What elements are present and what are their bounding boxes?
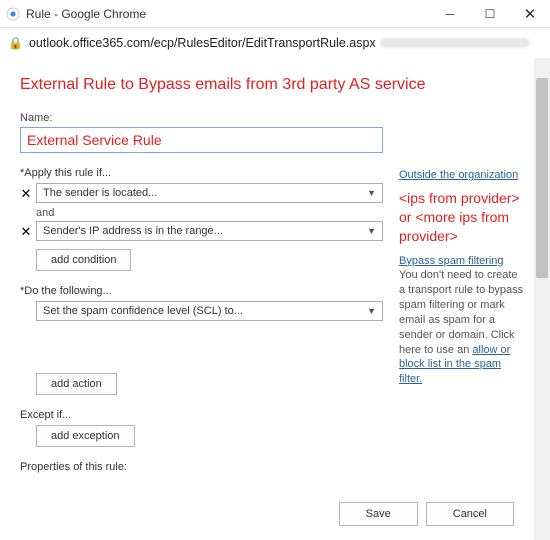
apply-if-label: *Apply this rule if... bbox=[20, 167, 383, 179]
condition-row-1: ✕ The sender is located... ▼ bbox=[20, 183, 383, 203]
chevron-down-icon: ▼ bbox=[367, 306, 376, 316]
add-condition-button[interactable]: add condition bbox=[36, 249, 131, 271]
window-title: Rule - Google Chrome bbox=[26, 7, 430, 21]
url-query-blurred bbox=[380, 38, 530, 48]
minimize-button[interactable]: ─ bbox=[430, 0, 470, 28]
and-label: and bbox=[36, 207, 383, 219]
outside-org-link[interactable]: Outside the organization bbox=[399, 169, 518, 181]
lock-icon: 🔒 bbox=[8, 36, 23, 50]
bypass-text: You don't need to create a transport rul… bbox=[399, 268, 524, 387]
condition-1-value: The sender is located... bbox=[43, 187, 157, 199]
except-if-label: Except if... bbox=[20, 409, 383, 421]
action-1-value: Set the spam confidence level (SCL) to..… bbox=[43, 305, 243, 317]
url-text[interactable]: outlook.office365.com/ecp/RulesEditor/Ed… bbox=[29, 36, 376, 50]
left-column: Name: *Apply this rule if... ✕ The sende… bbox=[20, 112, 383, 494]
do-following-label: *Do the following... bbox=[20, 285, 383, 297]
close-button[interactable]: ✕ bbox=[510, 0, 550, 28]
add-action-button[interactable]: add action bbox=[36, 373, 117, 395]
address-bar: 🔒 outlook.office365.com/ecp/RulesEditor/… bbox=[0, 28, 550, 58]
ips-annotation: <ips from provider> or <more ips from pr… bbox=[399, 189, 524, 246]
add-exception-button[interactable]: add exception bbox=[36, 425, 135, 447]
bypass-heading-link[interactable]: Bypass spam filtering bbox=[399, 255, 504, 267]
maximize-button[interactable]: ☐ bbox=[470, 0, 510, 28]
name-label: Name: bbox=[20, 112, 383, 124]
remove-condition-icon[interactable]: ✕ bbox=[20, 187, 32, 200]
condition-1-dropdown[interactable]: The sender is located... ▼ bbox=[36, 183, 383, 203]
scrollbar-thumb[interactable] bbox=[536, 78, 548, 278]
chevron-down-icon: ▼ bbox=[367, 188, 376, 198]
chevron-down-icon: ▼ bbox=[367, 226, 376, 236]
window-titlebar: Rule - Google Chrome ─ ☐ ✕ bbox=[0, 0, 550, 28]
vertical-scrollbar[interactable] bbox=[534, 58, 550, 540]
save-button[interactable]: Save bbox=[339, 502, 418, 526]
dialog-footer: Save Cancel bbox=[20, 494, 524, 534]
callout-title: External Rule to Bypass emails from 3rd … bbox=[20, 76, 524, 94]
properties-label: Properties of this rule: bbox=[20, 461, 383, 473]
rule-name-input[interactable] bbox=[20, 127, 383, 153]
remove-condition-icon[interactable]: ✕ bbox=[20, 225, 32, 238]
cancel-button[interactable]: Cancel bbox=[426, 502, 514, 526]
condition-2-dropdown[interactable]: Sender's IP address is in the range... ▼ bbox=[36, 221, 383, 241]
action-row-1: ✕ Set the spam confidence level (SCL) to… bbox=[20, 301, 383, 321]
right-column: Outside the organization <ips from provi… bbox=[399, 112, 524, 494]
condition-2-value: Sender's IP address is in the range... bbox=[43, 225, 223, 237]
app-icon bbox=[6, 7, 20, 21]
dialog-content: External Rule to Bypass emails from 3rd … bbox=[0, 58, 534, 540]
action-1-dropdown[interactable]: Set the spam confidence level (SCL) to..… bbox=[36, 301, 383, 321]
condition-row-2: ✕ Sender's IP address is in the range...… bbox=[20, 221, 383, 241]
